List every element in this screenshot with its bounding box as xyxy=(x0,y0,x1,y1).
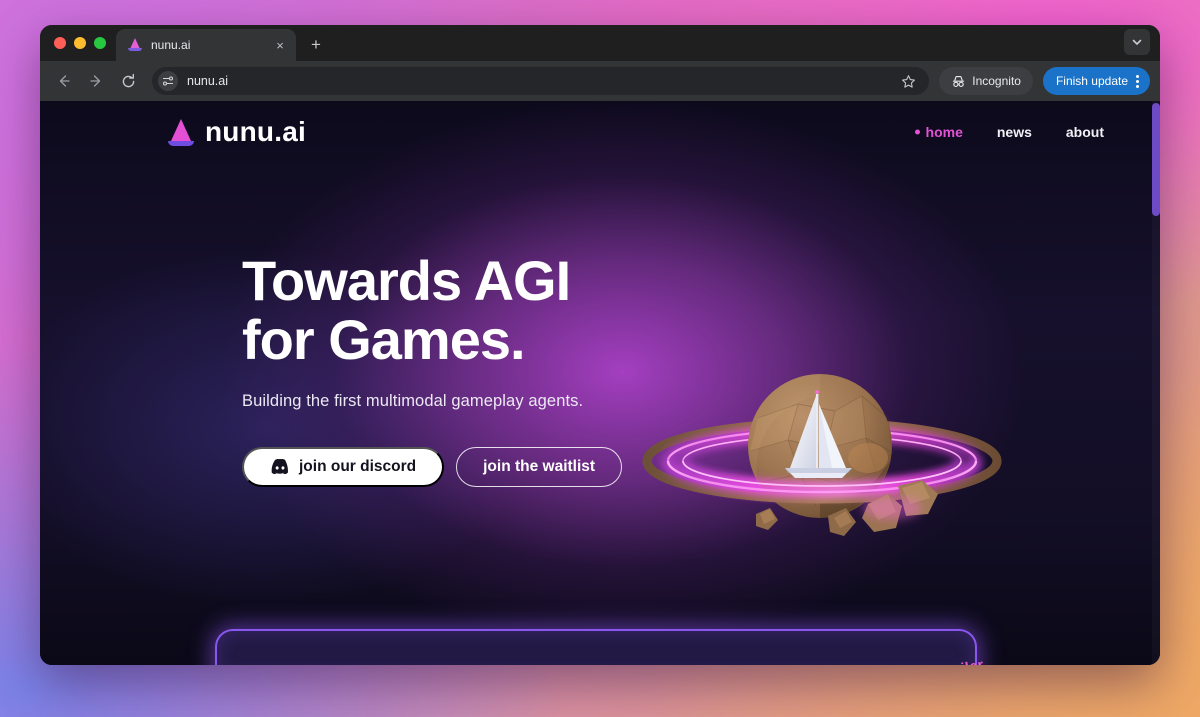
discord-icon xyxy=(271,459,288,475)
page-viewport: nunu.ai home news about Towards AGI for … xyxy=(40,101,1160,665)
incognito-hat-icon xyxy=(953,75,965,87)
browser-window: nunu.ai × + nunu.ai Incognito Finish upd… xyxy=(40,25,1160,665)
address-bar[interactable]: nunu.ai xyxy=(152,67,930,95)
minimize-window-button[interactable] xyxy=(74,37,86,49)
bookmark-star-icon[interactable] xyxy=(895,68,921,94)
reload-icon xyxy=(122,73,134,87)
tab-title: nunu.ai xyxy=(151,38,191,52)
chevron-down-icon xyxy=(1132,39,1142,45)
arrow-right-icon xyxy=(90,75,101,87)
watch-trailer-annotation[interactable]: watch the trailer xyxy=(828,646,1008,665)
nav-item-news[interactable]: news xyxy=(997,124,1032,140)
tab-search-button[interactable] xyxy=(1124,29,1150,55)
join-waitlist-label: join the waitlist xyxy=(483,457,596,475)
close-window-button[interactable] xyxy=(54,37,66,49)
hero-cta-group: join our discord join the waitlist xyxy=(242,446,672,487)
join-discord-label: join our discord xyxy=(299,457,417,475)
window-traffic-lights xyxy=(52,25,116,61)
arrow-left-icon xyxy=(59,75,70,87)
incognito-label: Incognito xyxy=(972,74,1021,88)
new-tab-button[interactable]: + xyxy=(302,30,330,58)
site-header: nunu.ai home news about xyxy=(40,101,1152,163)
reload-button[interactable] xyxy=(114,67,142,95)
incognito-indicator[interactable]: Incognito xyxy=(939,67,1033,95)
nav-item-about[interactable]: about xyxy=(1066,124,1104,140)
hero-headline: Towards AGI for Games. xyxy=(242,249,571,372)
tab-strip: nunu.ai × + xyxy=(40,25,1160,61)
join-discord-button[interactable]: join our discord xyxy=(242,446,445,487)
forward-button[interactable] xyxy=(82,67,110,95)
hero-artwork xyxy=(630,356,1030,566)
nunu-triangle-icon xyxy=(128,38,142,52)
join-waitlist-button[interactable]: join the waitlist xyxy=(456,446,623,487)
site-logo[interactable]: nunu.ai xyxy=(168,116,306,148)
finish-update-button[interactable]: Finish update xyxy=(1042,67,1150,95)
nav-item-home[interactable]: home xyxy=(926,124,963,140)
finish-update-label: Finish update xyxy=(1055,74,1128,88)
browser-toolbar: nunu.ai Incognito Finish update xyxy=(40,61,1160,101)
hero-subtitle: Building the first multimodal gameplay a… xyxy=(242,391,584,410)
maximize-window-button[interactable] xyxy=(94,37,106,49)
page-scrollbar-track[interactable] xyxy=(1152,101,1160,665)
hero-section: Towards AGI for Games. Building the firs… xyxy=(242,251,672,487)
sailboat-logo-icon xyxy=(168,118,194,146)
site-nav: home news about xyxy=(926,124,1104,140)
brand-name: nunu.ai xyxy=(205,116,306,147)
watch-trailer-label: watch the trailer xyxy=(870,657,986,665)
address-bar-url: nunu.ai xyxy=(187,74,229,88)
kebab-menu-icon[interactable] xyxy=(1133,74,1142,88)
tune-sliders-icon[interactable] xyxy=(158,71,178,91)
browser-tab[interactable]: nunu.ai × xyxy=(116,29,296,61)
close-tab-button[interactable]: × xyxy=(272,37,288,53)
back-button[interactable] xyxy=(50,67,78,95)
page-scrollbar-thumb[interactable] xyxy=(1152,103,1160,216)
low-poly-ringed-planet-with-sailboat xyxy=(642,374,1002,536)
